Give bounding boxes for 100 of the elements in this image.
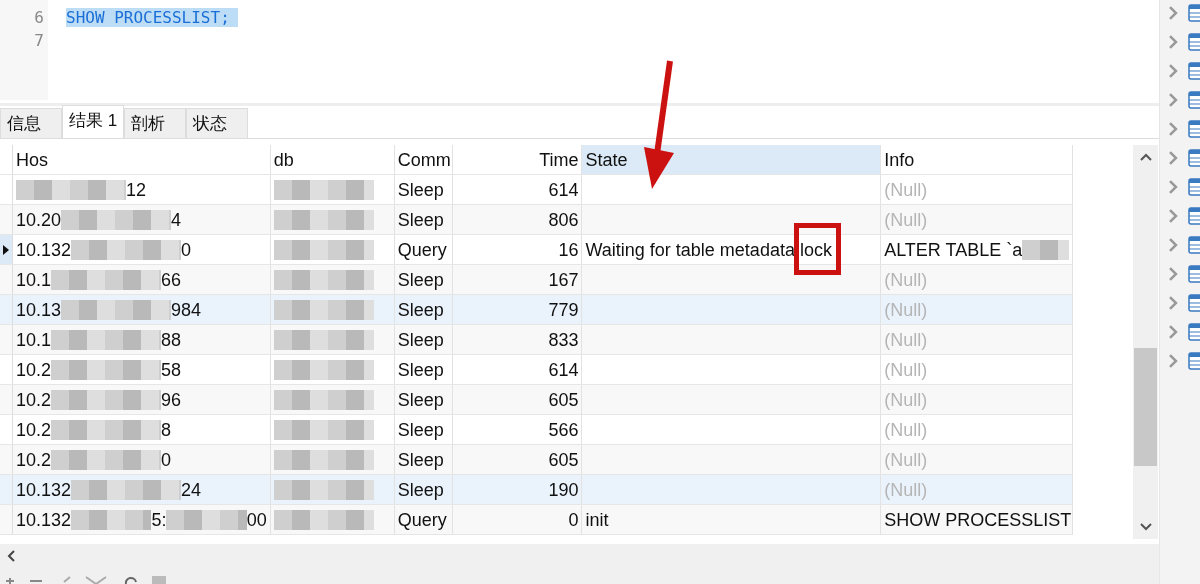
table-icon[interactable] bbox=[1188, 148, 1200, 167]
time-text: 779 bbox=[548, 298, 579, 322]
column-header[interactable]: State bbox=[582, 145, 882, 174]
null-text: (Null) bbox=[884, 208, 928, 232]
scroll-down-icon[interactable] bbox=[1139, 523, 1152, 531]
expand-chevron-icon[interactable] bbox=[1168, 150, 1178, 165]
command-text: Sleep bbox=[397, 358, 444, 382]
expand-chevron-icon[interactable] bbox=[1168, 92, 1178, 107]
expand-chevron-icon[interactable] bbox=[1168, 34, 1178, 49]
scroll-up-icon[interactable] bbox=[1139, 153, 1152, 161]
command-text: Query bbox=[397, 508, 447, 532]
expand-chevron-icon[interactable] bbox=[1168, 179, 1178, 194]
expand-chevron-icon[interactable] bbox=[1168, 5, 1178, 20]
table-row[interactable]: 10.132 24 Sleep 190 (Null) bbox=[0, 475, 1073, 505]
expand-chevron-icon[interactable] bbox=[1168, 353, 1178, 368]
null-text: (Null) bbox=[884, 388, 928, 412]
expand-chevron-icon[interactable] bbox=[1168, 208, 1178, 223]
table-icon[interactable] bbox=[1188, 32, 1200, 51]
expand-chevron-icon[interactable] bbox=[1168, 324, 1178, 339]
host-text: 10.132 bbox=[16, 508, 72, 532]
result-tab[interactable]: 状态 bbox=[186, 108, 249, 138]
time-text: 806 bbox=[548, 208, 579, 232]
null-text: (Null) bbox=[884, 418, 928, 442]
null-text: (Null) bbox=[884, 358, 928, 382]
host-text: 10.20 bbox=[16, 208, 62, 232]
host-text: 10.2 bbox=[16, 388, 52, 412]
table-icon[interactable] bbox=[1188, 61, 1200, 80]
null-text: (Null) bbox=[884, 178, 928, 202]
table-icon[interactable] bbox=[1188, 264, 1200, 283]
command-text: Sleep bbox=[397, 418, 444, 442]
host-text: 5: bbox=[151, 508, 167, 532]
host-text: 10.2 bbox=[16, 358, 52, 382]
host-text: 88 bbox=[161, 328, 182, 352]
table-icon[interactable] bbox=[1188, 235, 1200, 254]
command-text: Sleep bbox=[397, 478, 444, 502]
expand-chevron-icon[interactable] bbox=[1168, 121, 1178, 136]
vertical-scrollbar[interactable] bbox=[1133, 145, 1158, 539]
time-text: 833 bbox=[548, 328, 579, 352]
column-header[interactable]: Hos bbox=[13, 145, 271, 174]
table-icon[interactable] bbox=[1188, 322, 1200, 341]
command-text: Sleep bbox=[397, 208, 444, 232]
column-header[interactable]: Info bbox=[881, 145, 1073, 174]
table-row[interactable]: 10.132 5: 00 Query 0 init SHOW PROCESSLIST bbox=[0, 505, 1073, 535]
result-tab[interactable]: 信息 bbox=[0, 108, 62, 138]
table-icon[interactable] bbox=[1188, 293, 1200, 312]
host-text: 984 bbox=[171, 298, 202, 322]
null-text: (Null) bbox=[884, 268, 928, 292]
host-text: 10.13 bbox=[16, 298, 62, 322]
state-text: init bbox=[585, 508, 609, 532]
table-row[interactable]: 10.20 4 Sleep 806 (Null) bbox=[0, 205, 1073, 235]
command-text: Query bbox=[397, 238, 447, 262]
table-row[interactable]: 10.2 96 Sleep 605 (Null) bbox=[0, 385, 1073, 415]
table-icon[interactable] bbox=[1188, 206, 1200, 225]
time-text: 16 bbox=[558, 238, 579, 262]
table-icon[interactable] bbox=[1188, 119, 1200, 138]
state-text: Waiting for table metadata lock bbox=[585, 238, 832, 262]
line-number: 7 bbox=[33, 30, 45, 52]
table-row[interactable]: 10.2 0 Sleep 605 (Null) bbox=[0, 445, 1073, 475]
host-text: 10.2 bbox=[16, 448, 52, 472]
null-text: (Null) bbox=[884, 478, 928, 502]
command-text: Sleep bbox=[397, 328, 444, 352]
host-text: 4 bbox=[171, 208, 182, 232]
time-text: 605 bbox=[548, 448, 579, 472]
host-text: 24 bbox=[181, 478, 202, 502]
host-text: 58 bbox=[161, 358, 182, 382]
command-text: Sleep bbox=[397, 178, 444, 202]
host-text: 00 bbox=[246, 508, 267, 532]
scroll-left-icon[interactable] bbox=[6, 550, 16, 562]
host-text: 10.132 bbox=[16, 478, 72, 502]
scroll-thumb[interactable] bbox=[1134, 348, 1157, 466]
table-icon[interactable] bbox=[1188, 90, 1200, 109]
command-text: Sleep bbox=[397, 298, 444, 322]
null-text: (Null) bbox=[884, 328, 928, 352]
host-text: 12 bbox=[126, 178, 147, 202]
expand-chevron-icon[interactable] bbox=[1168, 266, 1178, 281]
expand-chevron-icon[interactable] bbox=[1168, 295, 1178, 310]
host-text: 10.1 bbox=[16, 328, 52, 352]
time-text: 614 bbox=[548, 178, 579, 202]
host-text: 8 bbox=[161, 418, 172, 442]
table-icon[interactable] bbox=[1188, 3, 1200, 22]
table-row[interactable]: 10.13 984 Sleep 779 (Null) bbox=[0, 295, 1073, 325]
host-text: 0 bbox=[181, 238, 192, 262]
expand-chevron-icon[interactable] bbox=[1168, 63, 1178, 78]
host-text: 96 bbox=[161, 388, 182, 412]
table-icon[interactable] bbox=[1188, 351, 1200, 370]
info-text: ALTER TABLE `a bbox=[884, 238, 1023, 262]
expand-chevron-icon[interactable] bbox=[1168, 237, 1178, 252]
command-text: Sleep bbox=[397, 448, 444, 472]
command-text: Sleep bbox=[397, 388, 444, 412]
host-text: 0 bbox=[161, 448, 172, 472]
time-text: 566 bbox=[548, 418, 579, 442]
table-row[interactable]: 10.1 88 Sleep 833 (Null) bbox=[0, 325, 1073, 355]
table-icon[interactable] bbox=[1188, 177, 1200, 196]
result-tab[interactable]: 剖析 bbox=[124, 108, 187, 138]
column-header[interactable]: db bbox=[270, 145, 395, 174]
host-text: 66 bbox=[161, 268, 182, 292]
result-tab[interactable]: 结果 1 bbox=[62, 105, 125, 138]
table-row[interactable]: 10.1 66 Sleep 167 (Null) bbox=[0, 265, 1073, 295]
column-header[interactable]: Comm bbox=[394, 145, 453, 174]
time-text: 190 bbox=[548, 478, 579, 502]
